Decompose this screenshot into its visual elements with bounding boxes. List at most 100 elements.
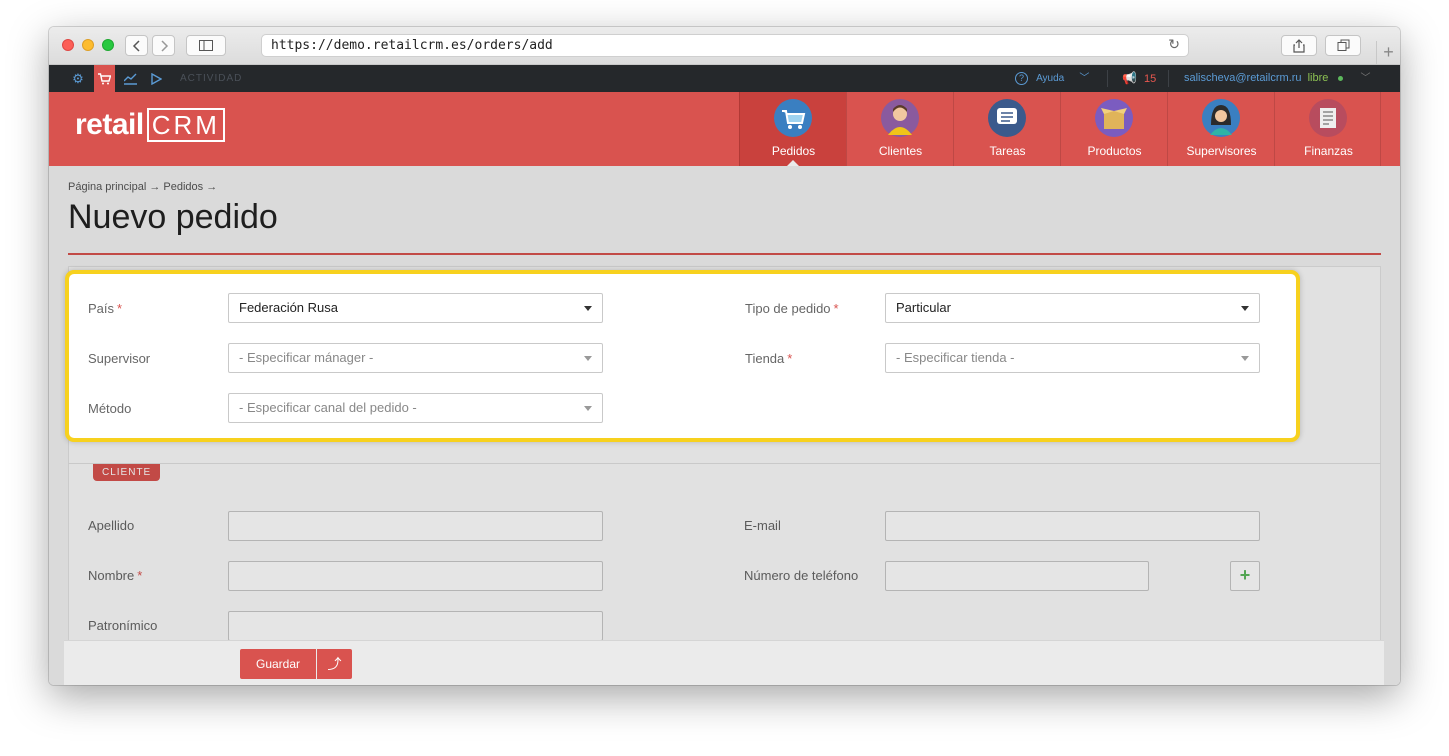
user-status: libre [1307,72,1329,84]
supervisor-select[interactable]: - Especificar mánager - [228,343,603,373]
lastname-label: Apellido [88,518,135,533]
new-tab-button[interactable]: + [1376,41,1400,65]
minimize-window-button[interactable] [82,39,94,51]
reload-icon[interactable]: ↻ [1168,35,1180,56]
cart-icon [774,99,812,137]
manager-icon [1202,99,1240,137]
chevron-down-icon: ﹀ [1079,73,1090,84]
required-mark: * [117,301,123,316]
user-menu[interactable]: salischeva@retailcrm.ru libre ﹀ [1184,65,1371,92]
supervisor-label: Supervisor [88,351,151,366]
firstname-label: Nombre * [88,568,142,583]
nav-label: Clientes [878,144,923,158]
save-and-back-button[interactable]: ⤴ [317,649,352,679]
chevron-right-icon [160,40,168,52]
nav-label: Tareas [989,144,1026,158]
nav-productos[interactable]: Productos [1060,92,1167,166]
country-label: País * [88,301,122,316]
browser-window: https://demo.retailcrm.es/orders/add ↻ +… [49,27,1400,685]
nav-label: Supervisores [1186,144,1257,158]
phone-input[interactable] [885,561,1149,591]
retailcrm-logo[interactable]: retail CRM [75,108,225,142]
phone-label: Número de teléfono [744,568,859,583]
add-phone-button[interactable]: + [1230,561,1260,591]
status-dot-icon [1338,75,1344,81]
close-window-button[interactable] [62,39,74,51]
app-header: retail CRM Pedidos Clientes Tareas Produ… [49,92,1400,166]
chevron-left-icon [132,40,140,52]
help-menu[interactable]: ? Ayuda ﹀ [1015,65,1089,92]
activity-play-icon[interactable] [146,65,166,92]
customer-icon [881,99,919,137]
notifications-count: 15 [1144,73,1157,85]
zoom-window-button[interactable] [102,39,114,51]
notifications-button[interactable]: 📢 15 [1122,65,1156,93]
chevron-down-icon: ﹀ [1360,73,1371,84]
dropdown-arrow-icon [584,306,592,311]
store-select[interactable]: - Especificar tienda - [885,343,1260,373]
customer-section-badge: CLIENTE [93,464,161,481]
order-type-select[interactable]: Particular [885,293,1260,323]
logo-crm: CRM [146,108,225,142]
share-icon [1293,39,1305,53]
url-text: https://demo.retailcrm.es/orders/add [271,38,553,53]
patronymic-label: Patronímico [88,618,158,633]
order-type-label: Tipo de pedido * [745,301,839,316]
nav-supervisores[interactable]: Supervisores [1167,92,1274,166]
supervisor-placeholder: - Especificar mánager - [239,350,374,365]
dropdown-arrow-icon [1241,306,1249,311]
forward-button[interactable] [152,35,175,56]
email-label: E-mail [744,518,781,533]
section-divider [68,463,1381,464]
page-title: Nuevo pedido [68,198,278,236]
country-label-text: País [88,301,115,316]
tasks-icon [988,99,1026,137]
store-placeholder: - Especificar tienda - [896,350,1015,365]
required-mark: * [787,351,793,366]
box-icon [1095,99,1133,137]
email-input[interactable] [885,511,1260,541]
logo-text: retail [75,108,144,141]
help-circle-icon: ? [1015,71,1028,85]
title-underline [68,253,1381,255]
patronymic-input[interactable] [228,611,603,641]
order-settings-highlight: País * Federación Rusa Supervisor - Espec… [65,270,1300,442]
sidebar-icon [199,40,213,51]
back-button[interactable] [125,35,148,56]
address-bar[interactable]: https://demo.retailcrm.es/orders/add ↻ [261,34,1189,57]
user-email: salischeva@retailcrm.ru [1184,72,1302,84]
tabs-icon [1337,39,1349,51]
lastname-input[interactable] [228,511,603,541]
nav-finanzas[interactable]: Finanzas [1274,92,1381,166]
share-button[interactable] [1281,35,1317,56]
nav-clientes[interactable]: Clientes [846,92,953,166]
sidebar-toggle-button[interactable] [186,35,226,56]
megaphone-icon: 📢 [1122,71,1137,85]
store-label: Tienda * [745,351,792,366]
firstname-label-text: Nombre [88,568,135,583]
required-mark: * [833,301,839,316]
order-type-value: Particular [896,300,951,315]
app-topbar: ⚙ ACTIVIDAD ? Ayuda ﹀ 📢 15 salischeva@re… [49,65,1400,92]
settings-gear-icon[interactable]: ⚙ [68,65,88,92]
order-type-label-text: Tipo de pedido [745,301,831,316]
nav-label: Finanzas [1304,144,1353,158]
finance-icon [1309,99,1347,137]
dropdown-arrow-icon [584,356,592,361]
firstname-input[interactable] [228,561,603,591]
method-select[interactable]: - Especificar canal del pedido - [228,393,603,423]
nav-label: Pedidos [771,144,816,158]
tabs-overview-button[interactable] [1325,35,1361,56]
activity-label[interactable]: ACTIVIDAD [180,65,242,92]
analytics-chart-icon[interactable] [120,65,140,92]
country-select[interactable]: Federación Rusa [228,293,603,323]
nav-tareas[interactable]: Tareas [953,92,1060,166]
orders-cart-icon[interactable] [94,65,115,92]
country-value: Federación Rusa [239,300,338,315]
return-arrow-icon: ⤴ [327,656,342,672]
save-button[interactable]: Guardar [240,649,316,679]
nav-pedidos[interactable]: Pedidos [739,92,846,166]
topbar-divider [1168,70,1169,87]
save-footer: Guardar ⤴ [64,640,1384,685]
breadcrumb[interactable]: Página principal → Pedidos → [68,181,217,193]
